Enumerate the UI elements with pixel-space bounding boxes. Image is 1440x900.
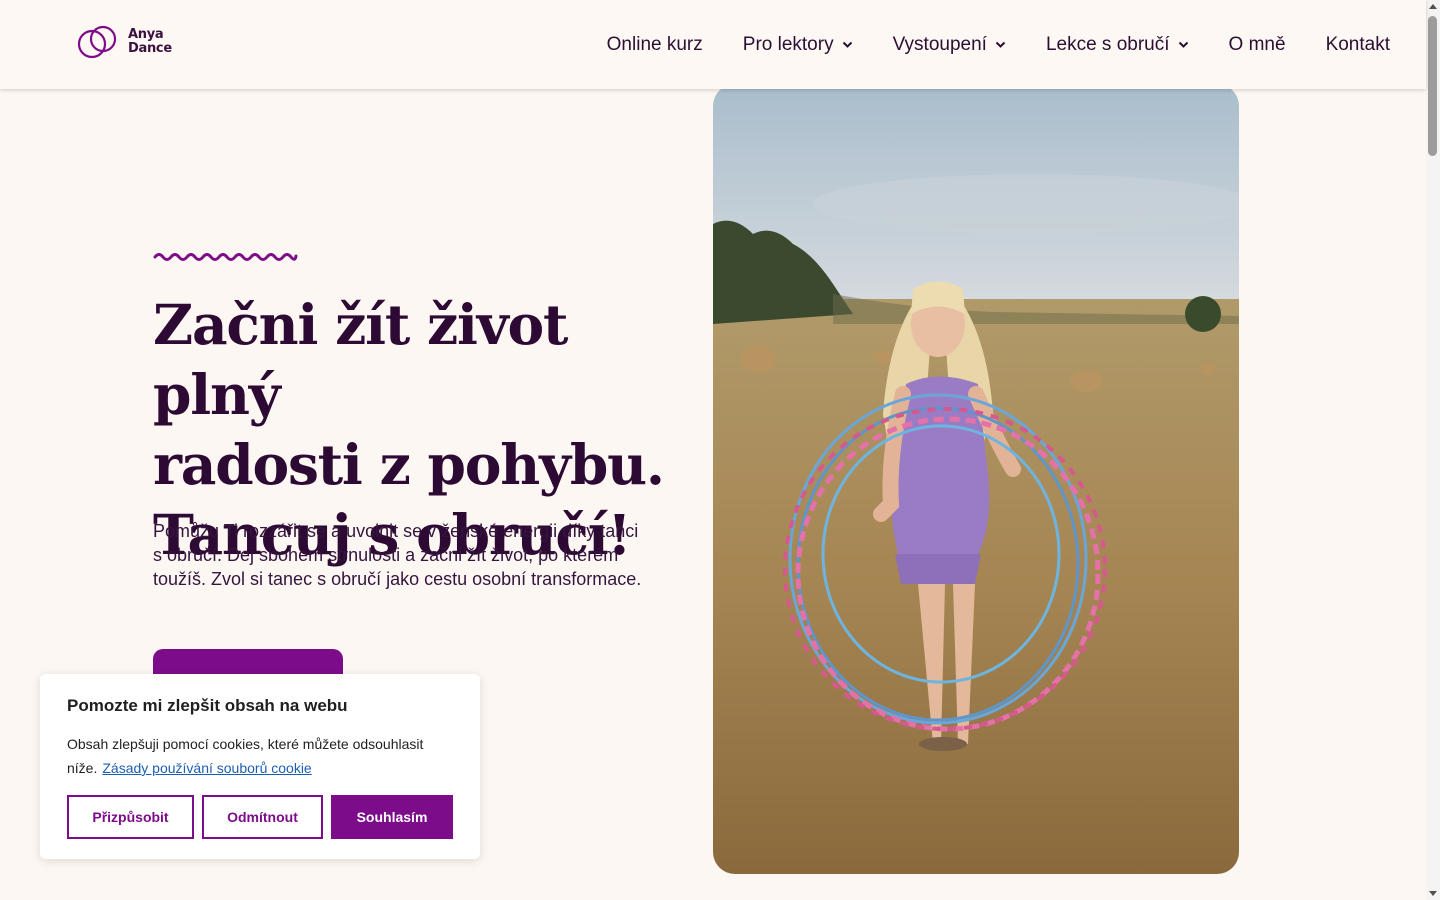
cookie-text: Obsah zlepšuji pomocí cookies, které můž…: [67, 732, 447, 780]
logo-line-1: Anya: [128, 27, 164, 42]
main-nav: Online kurz Pro lektory Vystoupení Lekce…: [567, 0, 1390, 89]
cookie-reject-button[interactable]: Odmítnout: [202, 795, 323, 839]
cookie-policy-link[interactable]: Zásady používání souborů cookie: [102, 760, 311, 776]
logo[interactable]: Anya Dance: [76, 24, 172, 60]
chevron-down-icon: [842, 41, 853, 49]
nav-item-pro-lektory[interactable]: Pro lektory: [743, 34, 853, 56]
hero-title-line-1: Začni žít život plný: [153, 292, 568, 427]
scroll-up-arrow-icon[interactable]: [1429, 4, 1437, 9]
nav-item-label: Pro lektory: [742, 33, 834, 55]
rings-logo-icon: [77, 25, 117, 59]
cookie-banner: Pomozte mi zlepšit obsah na webu Obsah z…: [40, 674, 480, 859]
cookie-customize-button[interactable]: Přizpůsobit: [67, 795, 194, 839]
site-header: Anya Dance Online kurz Pro lektory Vysto…: [0, 0, 1426, 89]
hero-title-line-2: radosti z pohybu.: [153, 432, 665, 497]
woman-with-hula-hoops-photo: [713, 84, 1239, 874]
wave-decoration-icon: [153, 253, 298, 261]
hero-photo: [713, 84, 1239, 874]
nav-item-lekce-s-obruci[interactable]: Lekce s obručí: [1046, 34, 1189, 56]
nav-item-label: Lekce s obručí: [1045, 33, 1170, 55]
scroll-down-arrow-icon[interactable]: [1429, 891, 1437, 896]
nav-item-label: Kontakt: [1325, 33, 1390, 55]
chevron-down-icon: [1178, 41, 1189, 49]
nav-item-o-mne[interactable]: O mně: [1229, 34, 1286, 56]
logo-text: Anya Dance: [128, 28, 172, 56]
scrollbar-thumb[interactable]: [1428, 16, 1437, 156]
nav-item-label: Vystoupení: [892, 33, 987, 55]
nav-item-online-kurz[interactable]: Online kurz: [607, 34, 703, 56]
page-scrollbar[interactable]: [1426, 0, 1440, 900]
nav-item-kontakt[interactable]: Kontakt: [1326, 34, 1390, 56]
chevron-down-icon: [995, 41, 1006, 49]
hero-description: Pomůžu Ti rozzářit se a uvolnit se v žen…: [153, 521, 642, 589]
nav-item-vystoupeni[interactable]: Vystoupení: [893, 34, 1006, 56]
nav-item-label: O mně: [1228, 33, 1286, 55]
cookie-accept-button[interactable]: Souhlasím: [331, 795, 453, 839]
nav-item-label: Online kurz: [606, 33, 703, 55]
cookie-title: Pomozte mi zlepšit obsah na webu: [67, 696, 348, 715]
logo-line-2: Dance: [128, 41, 172, 56]
